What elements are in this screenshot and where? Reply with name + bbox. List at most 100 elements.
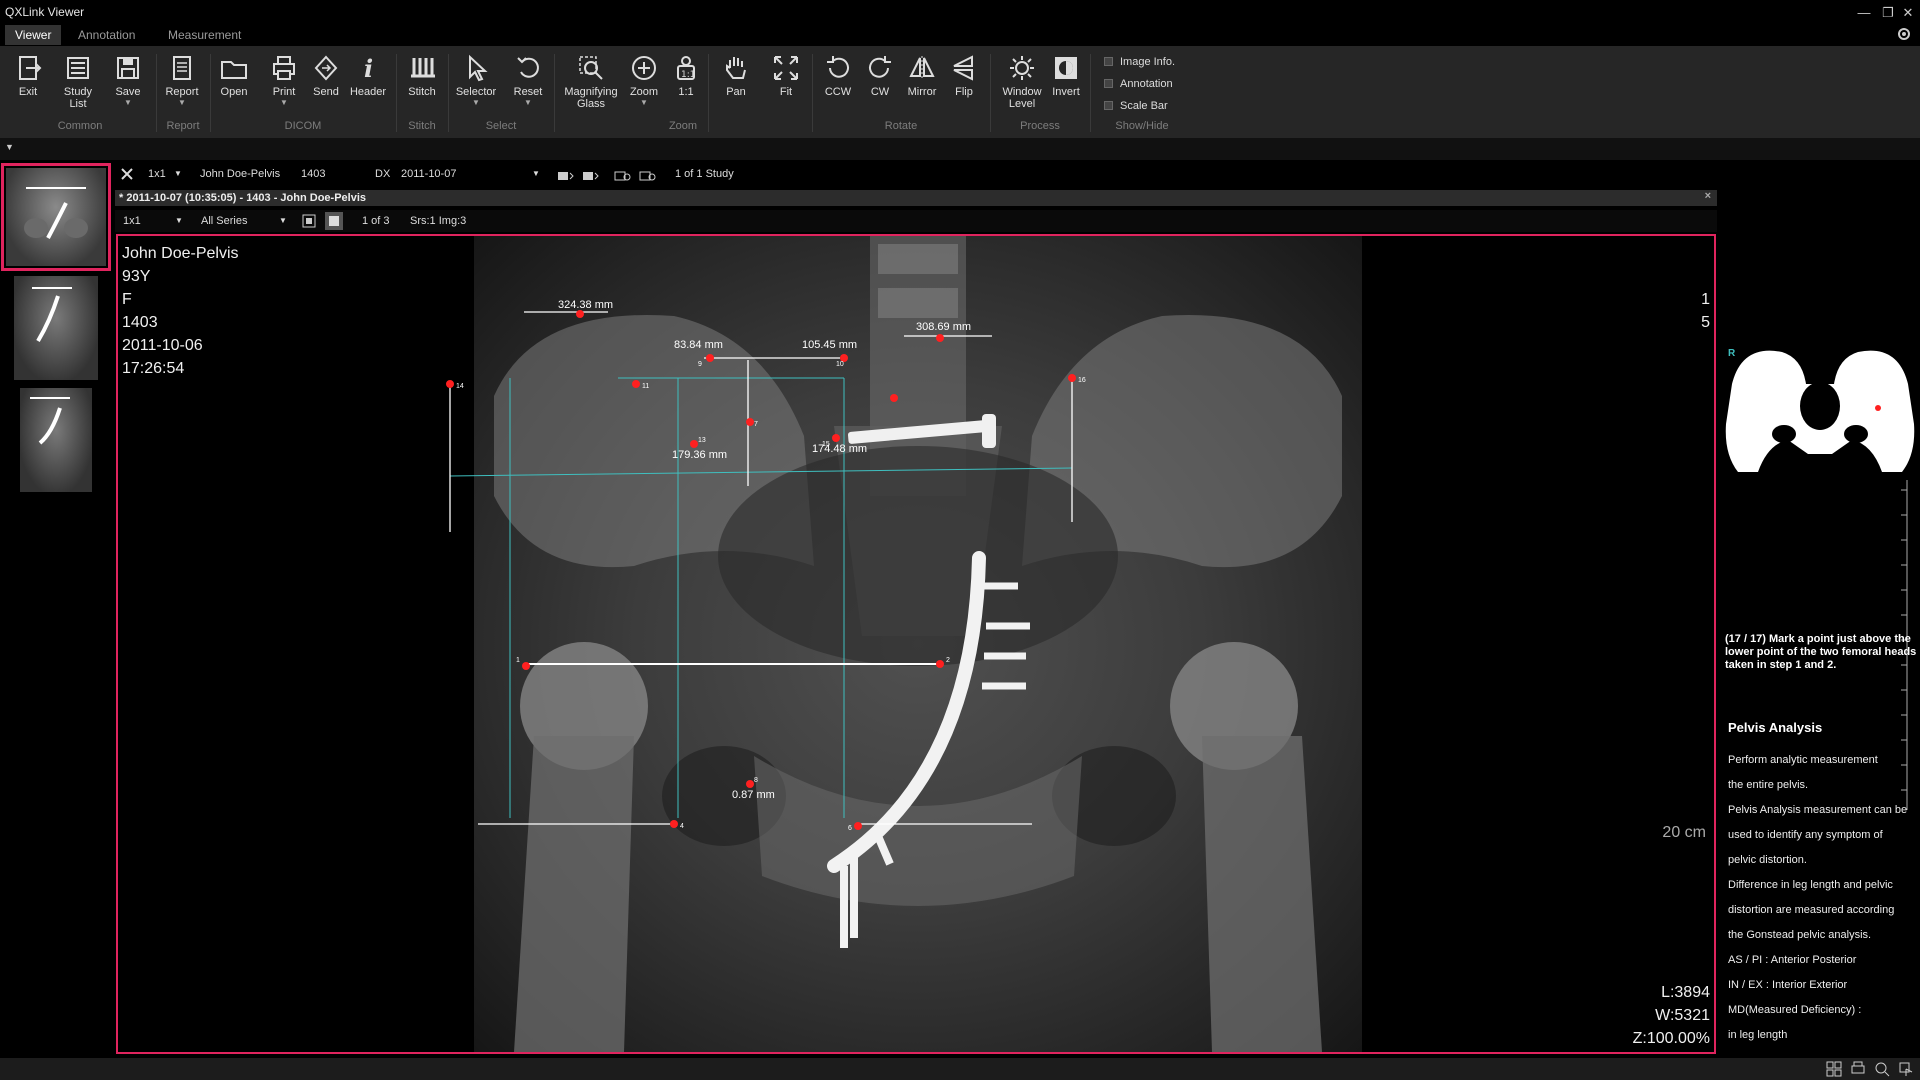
point-number: 14: [456, 383, 464, 390]
collapse-ribbon-icon[interactable]: ▼: [5, 142, 14, 152]
image-viewport[interactable]: 324.38 mm 83.84 mm 105.45 mm 308.69 mm 1…: [116, 234, 1716, 1054]
description-line: distortion are measured according: [1728, 904, 1895, 916]
overlay-sex: F: [122, 291, 132, 308]
print-dropdown-icon[interactable]: ▼: [258, 99, 310, 107]
series-close-button[interactable]: ×: [1705, 190, 1711, 202]
report-dropdown-icon[interactable]: ▼: [156, 99, 208, 107]
stitch-button[interactable]: Stitch: [396, 54, 448, 98]
measurement-label[interactable]: 308.69 mm: [916, 321, 971, 333]
zoom-label: Zoom: [629, 86, 659, 98]
send-icon: [314, 55, 338, 81]
measurement-label[interactable]: 324.38 mm: [558, 299, 613, 311]
save-button[interactable]: Save ▼: [102, 54, 154, 107]
description-line: in leg length: [1728, 1029, 1788, 1041]
save-dropdown-icon[interactable]: ▼: [102, 99, 154, 107]
group-label-stitch: Stitch: [408, 120, 436, 132]
svg-text:1:1: 1:1: [681, 70, 695, 80]
thumbnail-image[interactable]: [14, 276, 98, 380]
reset-dropdown-icon[interactable]: ▼: [502, 99, 554, 107]
group-label-zoom: Zoom: [668, 120, 698, 132]
compare-study-icon[interactable]: [613, 167, 631, 181]
reset-button[interactable]: Reset ▼: [502, 54, 554, 107]
series-view-icon[interactable]: [301, 213, 317, 229]
study-list-icon: [67, 57, 89, 79]
close-button[interactable]: ✕: [1896, 2, 1920, 24]
measurement-label[interactable]: 0.87 mm: [732, 789, 775, 801]
thumbnail-image[interactable]: [1, 163, 111, 271]
scale-bar-checkbox[interactable]: Scale Bar: [1104, 100, 1244, 118]
minimize-button[interactable]: —: [1852, 2, 1876, 24]
measurement-label[interactable]: 105.45 mm: [802, 339, 857, 351]
print-status-icon[interactable]: [1850, 1061, 1866, 1077]
analysis-title: Pelvis Analysis: [1728, 720, 1823, 735]
study-date-select[interactable]: 2011-10-07: [401, 168, 456, 180]
fit-button[interactable]: Fit: [760, 54, 812, 98]
study-list-button[interactable]: Study List: [52, 54, 104, 110]
series-header: * 2011-10-07 (10:35:05) - 1403 - John Do…: [115, 190, 1717, 206]
open-button[interactable]: Open: [208, 54, 260, 98]
exit-icon: [19, 56, 42, 80]
selector-button[interactable]: Selector ▼: [450, 54, 502, 107]
header-button[interactable]: i Header: [342, 54, 394, 98]
series-layout-dropdown-icon[interactable]: ▼: [175, 216, 183, 225]
pan-button[interactable]: Pan: [710, 54, 762, 98]
annotation-label: Annotation: [1120, 78, 1173, 90]
one-to-one-button[interactable]: 1:1 1:1: [660, 54, 712, 98]
description-line: Perform analytic measurement: [1728, 754, 1878, 766]
zoom-dropdown-icon[interactable]: ▼: [618, 99, 670, 107]
image-view-icon[interactable]: [325, 212, 343, 230]
touch-icon[interactable]: [1898, 1061, 1914, 1077]
flip-button[interactable]: Flip: [938, 54, 990, 98]
tab-measurement[interactable]: Measurement: [158, 25, 251, 45]
sync-study-icon[interactable]: [638, 167, 656, 181]
stitch-icon: [411, 58, 435, 78]
close-study-icon[interactable]: [119, 166, 135, 182]
print-label: Print: [272, 86, 296, 98]
selector-dropdown-icon[interactable]: ▼: [450, 99, 502, 107]
folder-icon: [221, 61, 247, 79]
prev-study-icon[interactable]: [556, 167, 574, 181]
zoom-icon: [632, 56, 656, 80]
magnifying-glass-button[interactable]: Magnifying Glass: [556, 54, 626, 110]
series-layout-select[interactable]: 1x1: [123, 215, 141, 227]
report-icon: [173, 56, 191, 80]
menu-tabs: Viewer Annotation Measurement: [0, 25, 1920, 45]
scale-bar-label: Scale Bar: [1120, 100, 1168, 112]
tab-annotation[interactable]: Annotation: [68, 25, 145, 45]
series-overlay: 1 5: [1701, 288, 1710, 334]
selector-label: Selector: [455, 86, 497, 98]
series-filter-dropdown-icon[interactable]: ▼: [279, 216, 287, 225]
measure-lines: [449, 311, 1073, 825]
window-level-label: Window Level: [1002, 86, 1042, 110]
tab-viewer[interactable]: Viewer: [5, 25, 62, 45]
series-filter-select[interactable]: All Series: [201, 215, 247, 227]
search-icon[interactable]: [1874, 1061, 1890, 1077]
point-number: 9: [698, 361, 702, 368]
invert-button[interactable]: Invert: [1040, 54, 1092, 98]
point-number: 13: [698, 437, 706, 444]
status-bar: [0, 1058, 1920, 1080]
image-info-label: Image Info.: [1120, 56, 1176, 68]
measurement-label[interactable]: 83.84 mm: [674, 339, 723, 351]
group-divider: [1090, 54, 1091, 132]
layout-dropdown-icon[interactable]: ▼: [174, 169, 182, 178]
series-info: Srs:1 Img:3: [410, 215, 467, 227]
description-line: Pelvis Analysis measurement can be: [1728, 804, 1908, 816]
analysis-panel: R (17 / 17) Mark a point just above the …: [1718, 160, 1920, 1060]
thumbnail-image[interactable]: [20, 388, 92, 492]
study-list-label: Study List: [63, 86, 93, 110]
report-button[interactable]: Report ▼: [156, 54, 208, 107]
study-layout-select[interactable]: 1x1: [148, 168, 166, 180]
measurement-label[interactable]: 174.48 mm: [812, 443, 867, 455]
grid-layout-icon[interactable]: [1826, 1061, 1842, 1077]
study-patient-id: 1403: [301, 168, 326, 180]
next-study-icon[interactable]: [581, 167, 599, 181]
point-number: 10: [836, 361, 844, 368]
measurement-label[interactable]: 179.36 mm: [672, 449, 727, 461]
mirror-icon: [909, 56, 935, 80]
one-to-one-icon: 1:1: [677, 56, 695, 80]
exit-button[interactable]: Exit: [2, 54, 54, 98]
image-info-checkbox[interactable]: Image Info.: [1104, 56, 1244, 74]
annotation-checkbox[interactable]: Annotation: [1104, 78, 1244, 96]
date-dropdown-icon[interactable]: ▼: [532, 169, 540, 178]
